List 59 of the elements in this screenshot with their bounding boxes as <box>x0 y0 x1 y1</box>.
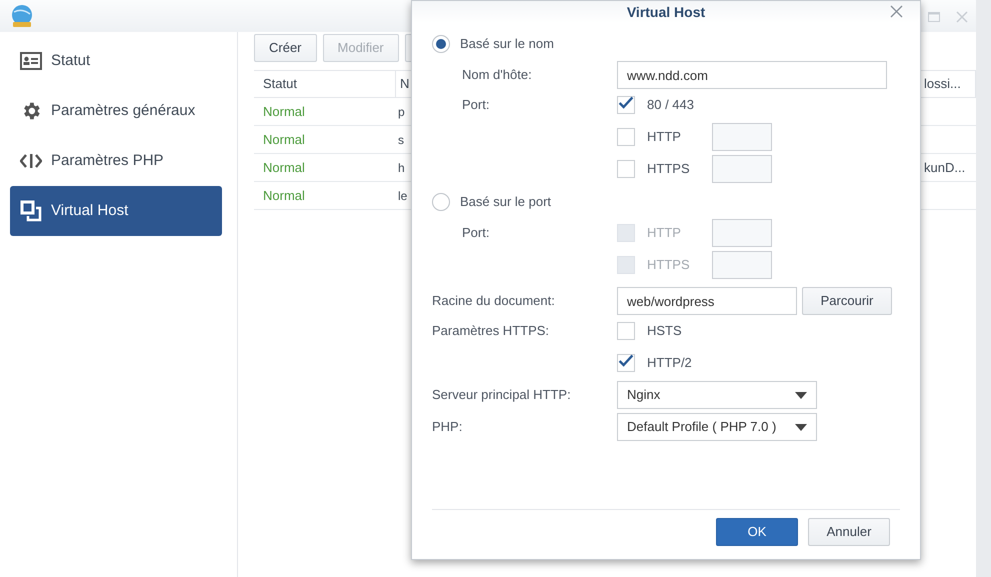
field-label: Racine du document: <box>432 292 556 310</box>
column-header[interactable]: lossi... <box>924 71 976 97</box>
caret-icon <box>795 424 807 430</box>
dropdown[interactable]: Nginx <box>617 381 817 409</box>
status-cell-text: Normal <box>262 158 306 177</box>
table-cell-text: s <box>397 132 404 148</box>
status-cell-text: Normal <box>262 102 306 121</box>
field-label: Nom d'hôte: <box>461 66 533 84</box>
field-label: Serveur principal HTTP: <box>432 386 572 404</box>
radio-label: Basé sur le port <box>460 193 552 212</box>
checkbox[interactable] <box>617 128 635 146</box>
checkbox[interactable] <box>617 160 635 178</box>
maximize-icon[interactable] <box>928 12 940 22</box>
dialog-button[interactable]: Annuler <box>808 518 890 546</box>
toolbar-button[interactable]: Créer <box>254 34 317 62</box>
id-card-icon <box>20 52 42 70</box>
dialog-button[interactable]: OK <box>716 518 798 546</box>
column-header[interactable]: Statut <box>254 71 396 97</box>
close-icon[interactable] <box>890 5 903 18</box>
field-label: Port: <box>462 97 490 112</box>
radio-button[interactable] <box>432 193 450 211</box>
globe-icon <box>10 4 34 28</box>
dropdown[interactable]: Default Profile ( PHP 7.0 ) <box>617 413 817 441</box>
document-root-field[interactable]: web/wordpress <box>617 287 797 315</box>
field-label: Paramètres HTTPS: <box>432 323 550 338</box>
close-icon[interactable] <box>956 11 968 23</box>
dialog-title: Virtual Host <box>626 2 706 22</box>
status-cell-text: Normal <box>262 186 306 205</box>
port-field[interactable] <box>712 123 772 151</box>
checkbox-label: HSTS <box>647 322 682 340</box>
checkbox[interactable] <box>617 322 635 340</box>
checkbox-label: HTTP <box>647 224 682 242</box>
caret-icon <box>795 392 807 398</box>
sidebar-item[interactable]: Paramètres généraux <box>10 86 222 136</box>
code-icon <box>20 152 42 170</box>
table-cell-text: le <box>397 188 408 204</box>
sidebar-item[interactable]: Statut <box>10 36 222 86</box>
checkbox[interactable] <box>617 96 635 114</box>
windows-icon <box>20 200 42 222</box>
radio-label: Basé sur le nom <box>460 35 554 54</box>
checkbox-label: HTTP/2 <box>647 354 692 372</box>
browse-button[interactable]: Parcourir <box>802 287 892 315</box>
checkbox-label: HTTPS <box>647 256 691 274</box>
checkbox-label: 80 / 443 <box>647 96 695 114</box>
table-cell-text: h <box>397 160 405 176</box>
table-cell-text: p <box>397 104 405 120</box>
field-label: PHP: <box>432 418 464 436</box>
checkbox[interactable] <box>617 354 635 372</box>
field-label: Port: <box>462 225 490 240</box>
column-header[interactable]: N <box>396 74 410 94</box>
status-cell-text: Normal <box>262 130 306 149</box>
sidebar-item[interactable]: Virtual Host <box>10 186 222 236</box>
checkbox-label: HTTP <box>647 128 682 146</box>
radio-button[interactable] <box>432 35 450 53</box>
table-cell-text: kunD... <box>924 158 966 177</box>
port-field[interactable] <box>712 155 772 183</box>
checkbox-label: HTTPS <box>647 160 691 178</box>
sidebar-item[interactable]: Paramètres PHP <box>10 136 222 186</box>
hostname-field[interactable]: www.ndd.com <box>617 61 887 89</box>
